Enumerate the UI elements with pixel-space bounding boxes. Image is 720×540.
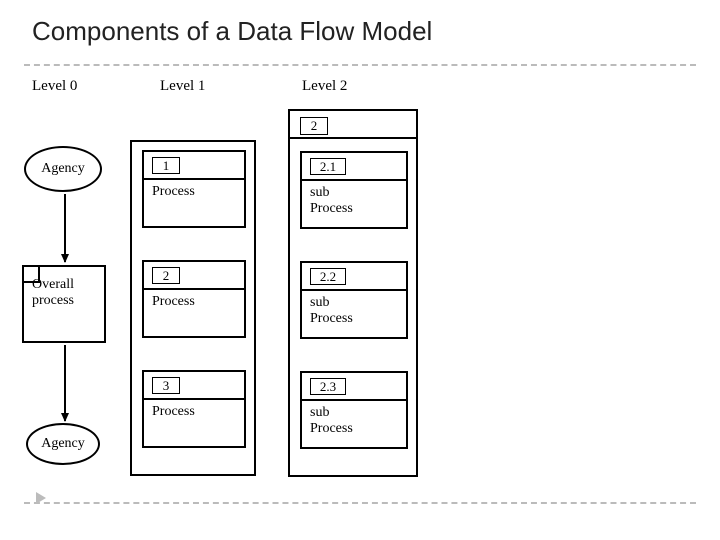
play-icon [36, 492, 46, 504]
column-header-level0: Level 0 [32, 78, 77, 95]
process-box-2: 2 Process [142, 260, 246, 338]
overall-process-box: Overall process [22, 265, 106, 343]
arrow-agency-to-process [64, 194, 66, 262]
level1-container: 1 Process 2 Process 3 Process [130, 140, 256, 476]
process-number: 2 [152, 267, 180, 284]
slide-title: Components of a Data Flow Model [32, 16, 432, 47]
process-number: 1 [152, 157, 180, 174]
subprocess-label: sub Process [310, 405, 353, 437]
column-header-level2: Level 2 [302, 78, 347, 95]
process-label: Process [152, 404, 195, 420]
level2-container: 2 2.1 sub Process 2.2 sub Process 2.3 su… [288, 109, 418, 477]
subprocess-box-3: 2.3 sub Process [300, 371, 408, 449]
level2-header: 2 [290, 111, 416, 139]
subprocess-box-1: 2.1 sub Process [300, 151, 408, 229]
arrow-process-to-agency [64, 345, 66, 421]
subprocess-box-2: 2.2 sub Process [300, 261, 408, 339]
process-number: 3 [152, 377, 180, 394]
level2-header-number: 2 [300, 117, 328, 135]
process-box-3: 3 Process [142, 370, 246, 448]
subprocess-label: sub Process [310, 295, 353, 327]
divider-bottom [24, 502, 696, 504]
agency-top: Agency [24, 146, 102, 192]
divider-top [24, 64, 696, 66]
subprocess-number: 2.1 [310, 158, 346, 175]
subprocess-label: sub Process [310, 185, 353, 217]
process-label: Process [152, 184, 195, 200]
process-label: Process [152, 294, 195, 310]
subprocess-number: 2.3 [310, 378, 346, 395]
process-box-1: 1 Process [142, 150, 246, 228]
subprocess-number: 2.2 [310, 268, 346, 285]
overall-process-label: Overall process [32, 277, 96, 309]
agency-bottom: Agency [26, 423, 100, 465]
column-header-level1: Level 1 [160, 78, 205, 95]
